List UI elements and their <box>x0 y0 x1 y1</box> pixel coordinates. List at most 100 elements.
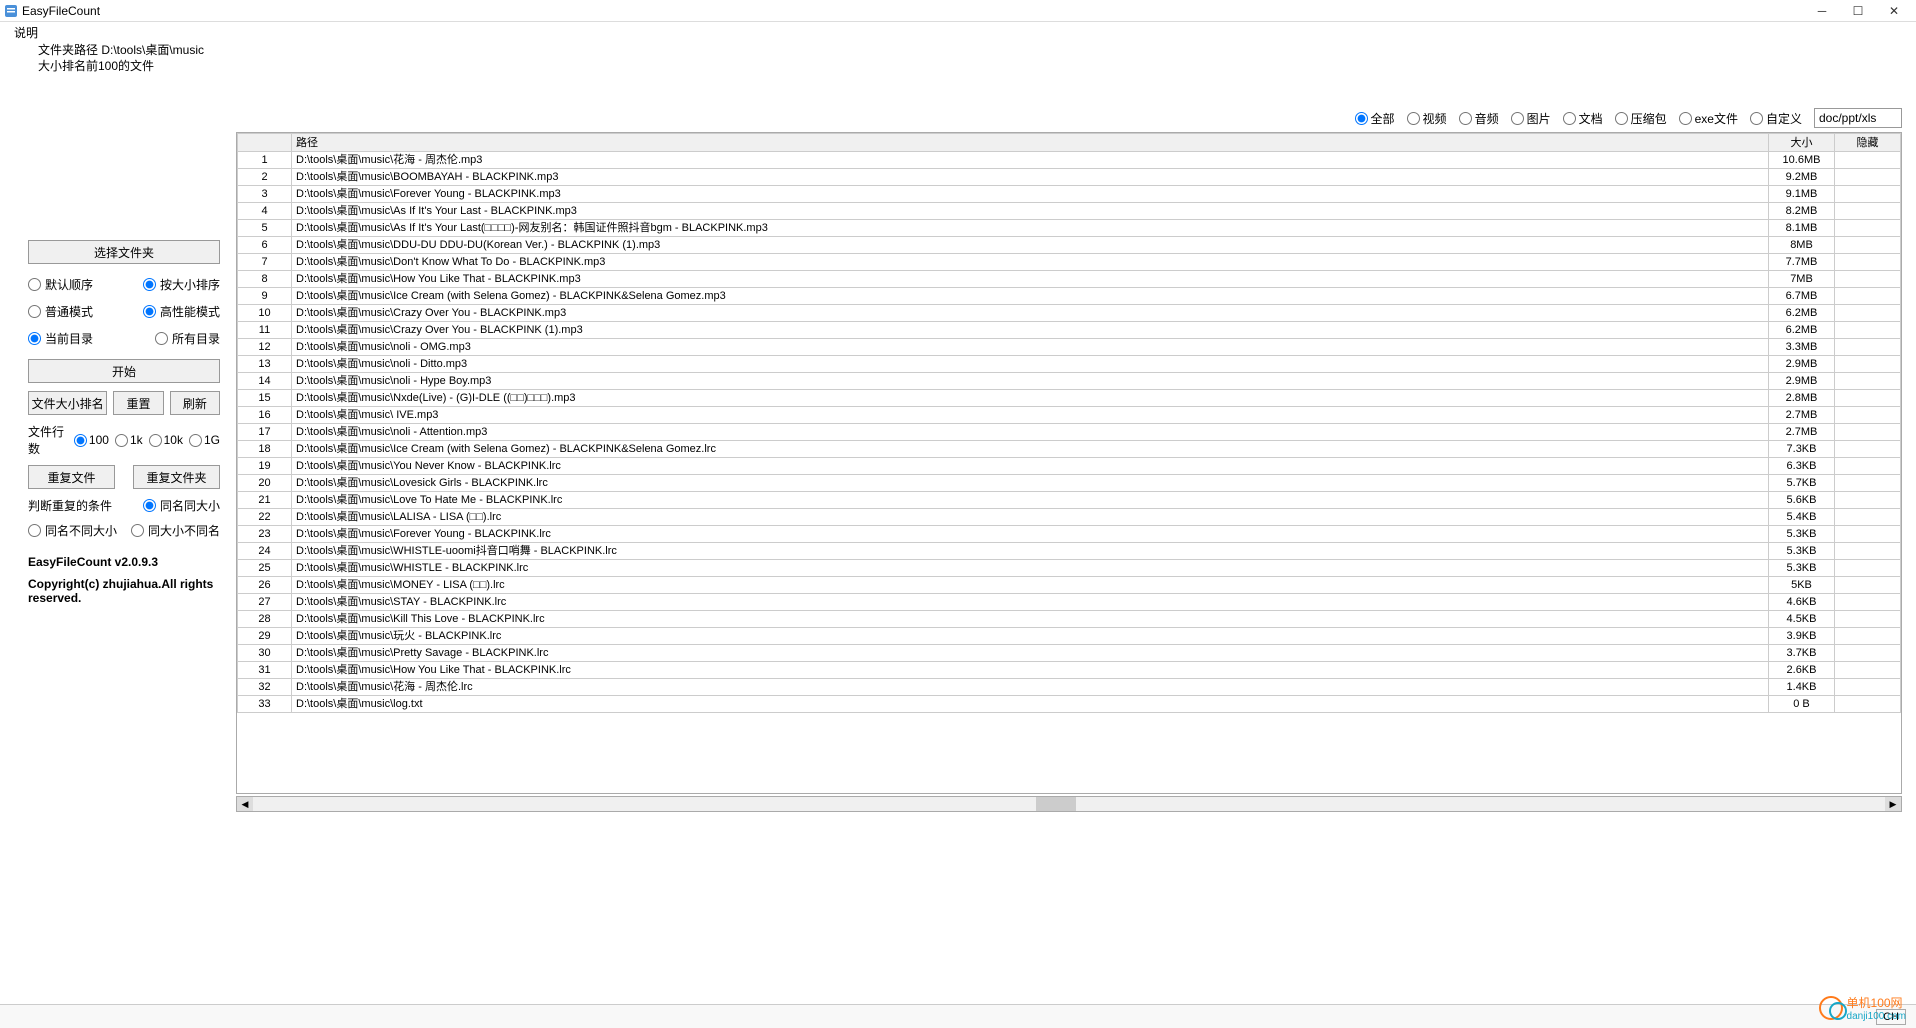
table-row[interactable]: 19D:\tools\桌面\music\You Never Know - BLA… <box>238 458 1901 475</box>
table-row[interactable]: 15D:\tools\桌面\music\Nxde(Live) - (G)I-DL… <box>238 390 1901 407</box>
row-number: 8 <box>238 271 292 288</box>
table-row[interactable]: 26D:\tools\桌面\music\MONEY - LISA (□□).lr… <box>238 577 1901 594</box>
table-row[interactable]: 25D:\tools\桌面\music\WHISTLE - BLACKPINK.… <box>238 560 1901 577</box>
maximize-button[interactable]: ☐ <box>1840 1 1876 21</box>
start-button[interactable]: 开始 <box>28 359 220 383</box>
cond-name-diff-size-radio[interactable]: 同名不同大小 <box>28 522 117 539</box>
menu-help[interactable]: 说明 <box>8 22 44 43</box>
table-row[interactable]: 20D:\tools\桌面\music\Lovesick Girls - BLA… <box>238 475 1901 492</box>
table-row[interactable]: 21D:\tools\桌面\music\Love To Hate Me - BL… <box>238 492 1901 509</box>
table-row[interactable]: 27D:\tools\桌面\music\STAY - BLACKPINK.lrc… <box>238 594 1901 611</box>
row-hidden <box>1835 696 1901 713</box>
scroll-track[interactable] <box>253 797 1885 811</box>
table-row[interactable]: 7D:\tools\桌面\music\Don't Know What To Do… <box>238 254 1901 271</box>
rows-10k-radio[interactable]: 10k <box>149 433 183 447</box>
table-row[interactable]: 9D:\tools\桌面\music\Ice Cream (with Selen… <box>238 288 1901 305</box>
row-path: D:\tools\桌面\music\As If It's Your Last -… <box>292 203 1769 220</box>
col-path-header[interactable]: 路径 <box>292 134 1769 152</box>
filter-document[interactable]: 文档 <box>1563 110 1603 127</box>
col-hidden-header[interactable]: 隐藏 <box>1835 134 1901 152</box>
cond-name-size-radio[interactable]: 同名同大小 <box>143 497 220 514</box>
scroll-left-arrow-icon[interactable]: ◀ <box>237 797 253 811</box>
table-row[interactable]: 16D:\tools\桌面\music\ IVE.mp32.7MB <box>238 407 1901 424</box>
rows-100-radio[interactable]: 100 <box>74 433 109 447</box>
col-num-header[interactable] <box>238 134 292 152</box>
row-hidden <box>1835 373 1901 390</box>
row-path: D:\tools\桌面\music\You Never Know - BLACK… <box>292 458 1769 475</box>
refresh-button[interactable]: 刷新 <box>170 391 220 415</box>
table-row[interactable]: 23D:\tools\桌面\music\Forever Young - BLAC… <box>238 526 1901 543</box>
dir-all-radio[interactable]: 所有目录 <box>155 330 220 347</box>
table-row[interactable]: 31D:\tools\桌面\music\How You Like That - … <box>238 662 1901 679</box>
row-hidden <box>1835 356 1901 373</box>
choose-folder-button[interactable]: 选择文件夹 <box>28 240 220 264</box>
table-row[interactable]: 14D:\tools\桌面\music\noli - Hype Boy.mp32… <box>238 373 1901 390</box>
scroll-right-arrow-icon[interactable]: ▶ <box>1885 797 1901 811</box>
filter-all[interactable]: 全部 <box>1355 110 1395 127</box>
sort-size-radio[interactable]: 按大小排序 <box>143 276 220 293</box>
row-hidden <box>1835 492 1901 509</box>
minimize-button[interactable]: ─ <box>1804 1 1840 21</box>
mode-perf-radio[interactable]: 高性能模式 <box>143 303 220 320</box>
row-path: D:\tools\桌面\music\DDU-DU DDU-DU(Korean V… <box>292 237 1769 254</box>
reset-button[interactable]: 重置 <box>113 391 163 415</box>
filter-custom[interactable]: 自定义 <box>1750 110 1802 127</box>
dup-folders-button[interactable]: 重复文件夹 <box>133 465 220 489</box>
table-header-row: 路径 大小 隐藏 <box>238 134 1901 152</box>
row-path: D:\tools\桌面\music\Love To Hate Me - BLAC… <box>292 492 1769 509</box>
table-row[interactable]: 24D:\tools\桌面\music\WHISTLE-uoomi抖音口哨舞 -… <box>238 543 1901 560</box>
table-row[interactable]: 10D:\tools\桌面\music\Crazy Over You - BLA… <box>238 305 1901 322</box>
table-row[interactable]: 22D:\tools\桌面\music\LALISA - LISA (□□).l… <box>238 509 1901 526</box>
row-hidden <box>1835 390 1901 407</box>
dup-files-button[interactable]: 重复文件 <box>28 465 115 489</box>
row-number: 24 <box>238 543 292 560</box>
table-row[interactable]: 12D:\tools\桌面\music\noli - OMG.mp33.3MB <box>238 339 1901 356</box>
col-size-header[interactable]: 大小 <box>1769 134 1835 152</box>
filter-video[interactable]: 视频 <box>1407 110 1447 127</box>
table-row[interactable]: 28D:\tools\桌面\music\Kill This Love - BLA… <box>238 611 1901 628</box>
sort-default-radio[interactable]: 默认顺序 <box>28 276 93 293</box>
table-row[interactable]: 6D:\tools\桌面\music\DDU-DU DDU-DU(Korean … <box>238 237 1901 254</box>
table-row[interactable]: 5D:\tools\桌面\music\As If It's Your Last(… <box>238 220 1901 237</box>
table-row[interactable]: 3D:\tools\桌面\music\Forever Young - BLACK… <box>238 186 1901 203</box>
row-path: D:\tools\桌面\music\WHISTLE - BLACKPINK.lr… <box>292 560 1769 577</box>
row-number: 11 <box>238 322 292 339</box>
table-row[interactable]: 13D:\tools\桌面\music\noli - Ditto.mp32.9M… <box>238 356 1901 373</box>
row-path: D:\tools\桌面\music\How You Like That - BL… <box>292 271 1769 288</box>
file-rank-button[interactable]: 文件大小排名 <box>28 391 107 415</box>
filter-image[interactable]: 图片 <box>1511 110 1551 127</box>
cond-size-diff-name-radio[interactable]: 同大小不同名 <box>131 522 220 539</box>
window-title: EasyFileCount <box>22 4 1804 18</box>
row-number: 18 <box>238 441 292 458</box>
row-hidden <box>1835 526 1901 543</box>
row-path: D:\tools\桌面\music\MONEY - LISA (□□).lrc <box>292 577 1769 594</box>
dir-current-radio[interactable]: 当前目录 <box>28 330 93 347</box>
rows-1k-radio[interactable]: 1k <box>115 433 143 447</box>
rows-1g-radio[interactable]: 1G <box>189 433 220 447</box>
table-row[interactable]: 17D:\tools\桌面\music\noli - Attention.mp3… <box>238 424 1901 441</box>
table-row[interactable]: 18D:\tools\桌面\music\Ice Cream (with Sele… <box>238 441 1901 458</box>
filter-custom-input[interactable] <box>1814 108 1902 128</box>
row-size: 1.4KB <box>1769 679 1835 696</box>
table-row[interactable]: 30D:\tools\桌面\music\Pretty Savage - BLAC… <box>238 645 1901 662</box>
table-row[interactable]: 1D:\tools\桌面\music\花海 - 周杰伦.mp310.6MB <box>238 152 1901 169</box>
filter-exe[interactable]: exe文件 <box>1679 110 1738 127</box>
table-row[interactable]: 4D:\tools\桌面\music\As If It's Your Last … <box>238 203 1901 220</box>
table-row[interactable]: 29D:\tools\桌面\music\玩火 - BLACKPINK.lrc3.… <box>238 628 1901 645</box>
row-size: 5.3KB <box>1769 543 1835 560</box>
row-number: 16 <box>238 407 292 424</box>
table-row[interactable]: 2D:\tools\桌面\music\BOOMBAYAH - BLACKPINK… <box>238 169 1901 186</box>
table-row[interactable]: 32D:\tools\桌面\music\花海 - 周杰伦.lrc1.4KB <box>238 679 1901 696</box>
table-row[interactable]: 11D:\tools\桌面\music\Crazy Over You - BLA… <box>238 322 1901 339</box>
row-size: 8MB <box>1769 237 1835 254</box>
table-row[interactable]: 8D:\tools\桌面\music\How You Like That - B… <box>238 271 1901 288</box>
filter-archive[interactable]: 压缩包 <box>1615 110 1667 127</box>
table-row[interactable]: 33D:\tools\桌面\music\log.txt0 B <box>238 696 1901 713</box>
horizontal-scrollbar[interactable]: ◀ ▶ <box>236 796 1902 812</box>
mode-normal-radio[interactable]: 普通模式 <box>28 303 93 320</box>
scroll-thumb[interactable] <box>1036 797 1076 811</box>
row-size: 8.2MB <box>1769 203 1835 220</box>
filter-audio[interactable]: 音频 <box>1459 110 1499 127</box>
row-size: 5.4KB <box>1769 509 1835 526</box>
close-button[interactable]: ✕ <box>1876 1 1912 21</box>
